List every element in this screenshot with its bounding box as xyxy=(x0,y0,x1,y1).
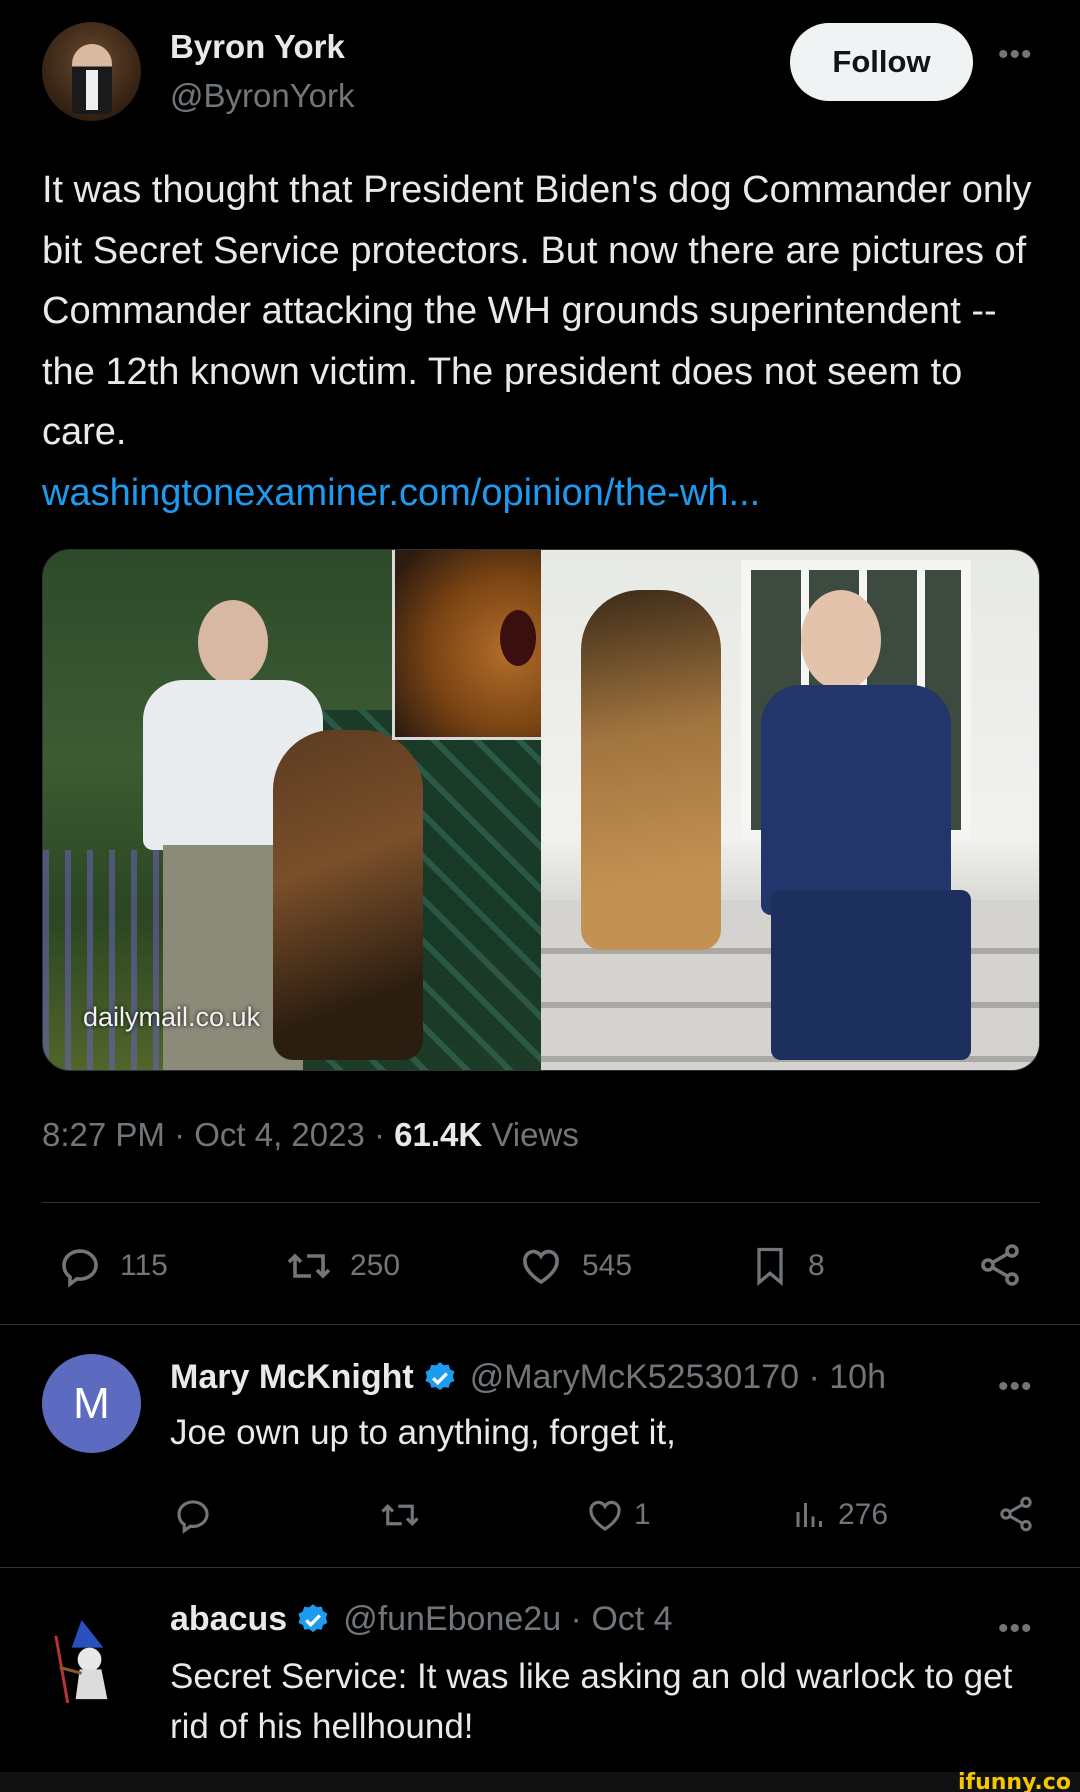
like-button[interactable]: 1 xyxy=(584,1494,651,1536)
like-icon xyxy=(589,1500,621,1531)
retweet-icon xyxy=(287,1253,331,1279)
reply-icon xyxy=(62,1249,98,1288)
divider xyxy=(42,1202,1040,1203)
president-figure xyxy=(731,590,991,1060)
tweet-link[interactable]: washingtonexaminer.com/opinion/the-wh... xyxy=(42,472,760,514)
tweet-header: Byron York @ByronYork Follow xyxy=(42,22,1042,122)
divider xyxy=(0,1324,1080,1325)
footer-bar xyxy=(0,1772,1080,1792)
retweet-button[interactable]: 250 xyxy=(284,1242,400,1290)
reply-avatar[interactable] xyxy=(42,1608,141,1707)
reply-text: Secret Service: It was like asking an ol… xyxy=(170,1657,1013,1746)
bookmark-icon xyxy=(757,1247,783,1287)
reply-button[interactable] xyxy=(172,1494,214,1536)
views-count: 61.4K xyxy=(394,1116,483,1153)
reply-author[interactable]: abacus @funEbone2u · Oct 4 xyxy=(170,1600,673,1639)
tweet-time: 8:27 PM · Oct 4, 2023 · xyxy=(42,1116,395,1153)
like-icon xyxy=(523,1249,559,1285)
divider xyxy=(0,1567,1080,1568)
share-button[interactable] xyxy=(976,1240,1024,1290)
tweet-meta: 8:27 PM · Oct 4, 2023 · 61.4K Views xyxy=(42,1116,579,1154)
share-button[interactable] xyxy=(996,1492,1036,1536)
reply-author[interactable]: Mary McKnight @MaryMcK52530170 · 10h xyxy=(170,1358,886,1397)
share-icon xyxy=(1000,1496,1032,1532)
reply-view-count: 276 xyxy=(838,1498,889,1531)
follow-button[interactable]: Follow xyxy=(790,23,973,101)
bookmark-count: 8 xyxy=(808,1249,825,1282)
more-icon[interactable]: ••• xyxy=(998,1370,1033,1404)
reply-button[interactable]: 115 xyxy=(56,1242,168,1290)
ifunny-watermark: ifunny.co xyxy=(958,1770,1071,1792)
reply-handle-time: @MaryMcK52530170 · 10h xyxy=(469,1358,886,1396)
reply-author-name: Mary McKnight xyxy=(170,1358,414,1396)
verified-icon xyxy=(425,1361,455,1390)
reply-text: Joe own up to anything, forget it, xyxy=(170,1413,676,1452)
reply-avatar[interactable]: M xyxy=(42,1354,141,1453)
views-icon xyxy=(796,1503,822,1527)
author-handle[interactable]: @ByronYork xyxy=(170,77,355,115)
reply-like-count: 1 xyxy=(634,1498,651,1531)
views-label: Views xyxy=(482,1116,579,1153)
like-count: 545 xyxy=(582,1249,633,1282)
tweet-text: It was thought that President Biden's do… xyxy=(42,169,1032,453)
avatar-shirt xyxy=(86,70,98,110)
dog-attacking xyxy=(273,730,423,1060)
media-right-photo xyxy=(541,550,1039,1070)
verified-icon xyxy=(298,1603,328,1632)
views-button[interactable]: 276 xyxy=(792,1494,888,1536)
dog-sitting xyxy=(581,590,721,950)
retweet-count: 250 xyxy=(350,1249,401,1282)
share-icon xyxy=(981,1244,1019,1286)
wizard-avatar-image xyxy=(54,1619,108,1704)
retweet-icon xyxy=(381,1504,419,1526)
reply-icon xyxy=(177,1500,209,1534)
more-icon[interactable]: ••• xyxy=(998,1612,1033,1646)
tweet-media[interactable]: dailymail.co.uk xyxy=(42,549,1040,1071)
retweet-button[interactable] xyxy=(378,1494,422,1536)
author-avatar[interactable] xyxy=(42,22,141,121)
reply-handle-time: @funEbone2u · Oct 4 xyxy=(343,1600,673,1638)
author-name[interactable]: Byron York xyxy=(170,28,345,66)
tweet-body: It was thought that President Biden's do… xyxy=(42,160,1052,523)
reply-count: 115 xyxy=(120,1249,168,1282)
bookmark-button[interactable]: 8 xyxy=(748,1242,825,1290)
media-watermark: dailymail.co.uk xyxy=(83,1002,261,1032)
like-button[interactable]: 545 xyxy=(516,1242,632,1290)
reply-author-name: abacus xyxy=(170,1600,288,1638)
more-icon[interactable]: ••• xyxy=(998,38,1033,72)
